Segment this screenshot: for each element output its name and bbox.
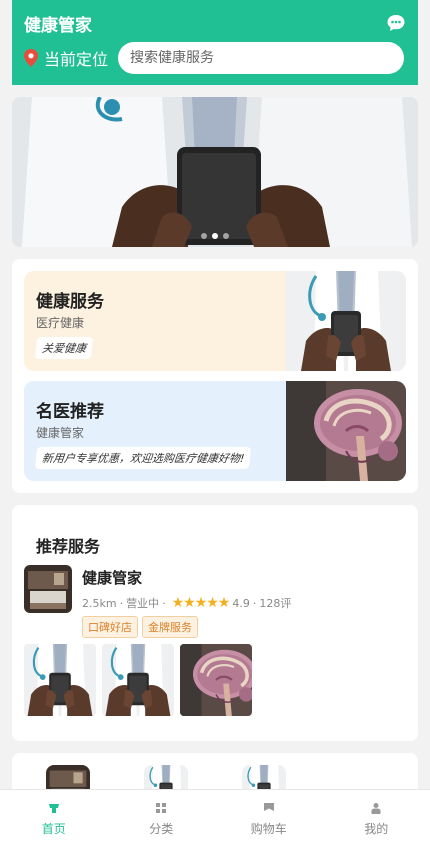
carousel-dots xyxy=(12,233,418,239)
grid-icon xyxy=(155,802,167,814)
feature-subtitle: 健康管家 xyxy=(36,426,85,440)
carousel-dot[interactable] xyxy=(201,233,207,239)
gallery-image[interactable] xyxy=(180,644,252,716)
tab-label: 首页 xyxy=(41,822,66,836)
store-tags: 口碑好店 金牌服务 xyxy=(82,616,198,638)
feature-title: 健康服务 xyxy=(36,292,104,312)
carousel-dot-active[interactable] xyxy=(212,233,218,239)
banner-carousel[interactable] xyxy=(12,97,418,247)
feature-tag: 新用户专享优惠，欢迎选购医疗健康好物! xyxy=(34,447,252,469)
current-location-label[interactable]: 当前定位 xyxy=(44,46,108,70)
store-tag: 口碑好店 xyxy=(82,616,138,638)
feature-title: 名医推荐 xyxy=(36,402,104,422)
tab-label: 我的 xyxy=(364,822,389,836)
message-icon[interactable] xyxy=(386,13,406,33)
store-name[interactable]: 健康管家 xyxy=(82,567,142,588)
user-icon xyxy=(370,802,382,814)
feature-tag: 关爱健康 xyxy=(34,337,94,359)
meta-separator: · xyxy=(119,596,124,610)
section-title: 推荐服务 xyxy=(36,537,101,556)
store-thumbnail[interactable] xyxy=(24,565,72,613)
meta-separator: · xyxy=(252,596,257,610)
app-title: 健康管家 xyxy=(24,15,92,36)
store-status: 营业中 xyxy=(126,597,160,610)
carousel-dot[interactable] xyxy=(223,233,229,239)
bottom-tab-bar: 首页 分类 购物车 我的 xyxy=(0,789,430,844)
store-meta: 2.5km · 营业中 · ★★★★★ 4.9 · 128评 xyxy=(82,595,291,611)
store-reviews: 128评 xyxy=(259,597,292,610)
recommend-section: 推荐服务 健康管家 2.5km · 营业中 · ★★★★★ 4.9 · 128评… xyxy=(12,505,418,741)
location-pin-icon xyxy=(24,49,38,67)
feature-image xyxy=(286,381,406,481)
store-tag: 金牌服务 xyxy=(142,616,198,638)
tab-label: 购物车 xyxy=(250,822,287,836)
tab-category[interactable]: 分类 xyxy=(108,790,216,844)
gallery-image[interactable] xyxy=(102,644,174,716)
home-icon xyxy=(48,802,60,814)
tab-cart[interactable]: 购物车 xyxy=(215,790,323,844)
feature-image xyxy=(286,271,406,371)
tab-home[interactable]: 首页 xyxy=(0,790,108,844)
feature-subtitle: 医疗健康 xyxy=(36,316,85,330)
store-distance: 2.5km xyxy=(82,596,117,610)
app-header: 健康管家 当前定位 xyxy=(12,0,418,85)
tab-profile[interactable]: 我的 xyxy=(323,790,430,844)
tab-label: 分类 xyxy=(149,822,174,836)
search-box[interactable] xyxy=(118,42,405,74)
meta-separator: · xyxy=(162,596,166,610)
store-gallery xyxy=(24,644,252,716)
search-input[interactable] xyxy=(130,50,405,66)
feature-section: 健康服务 医疗健康 关爱健康 名医推荐 健康管家 新用户专享优惠，欢迎选购医疗健… xyxy=(12,259,418,493)
star-rating-icon: ★★★★★ xyxy=(171,595,231,611)
gallery-image[interactable] xyxy=(24,644,96,716)
cart-icon xyxy=(263,802,275,814)
feature-card-health-service[interactable]: 健康服务 医疗健康 关爱健康 xyxy=(24,271,406,371)
store-rating: 4.9 xyxy=(232,596,250,610)
feature-card-doctor-recommend[interactable]: 名医推荐 健康管家 新用户专享优惠，欢迎选购医疗健康好物! xyxy=(24,381,406,481)
banner-image xyxy=(12,97,418,247)
